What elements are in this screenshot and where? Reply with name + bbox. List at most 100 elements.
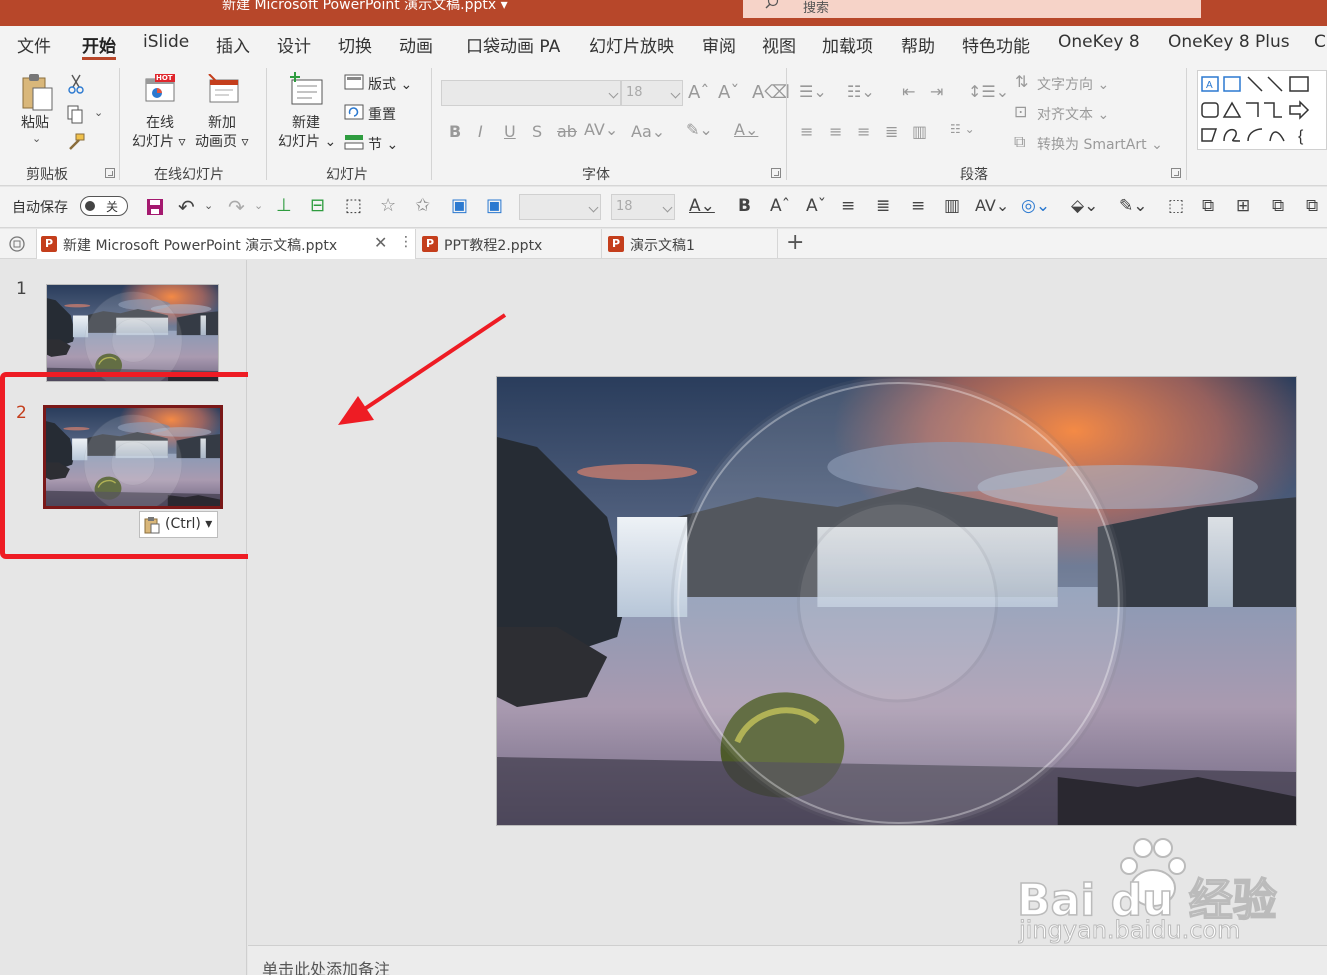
search-box[interactable]: 搜索	[743, 0, 1201, 18]
tab-help[interactable]: 帮助	[901, 32, 935, 57]
save-icon[interactable]	[146, 198, 164, 216]
slide-thumbnail-1[interactable]	[46, 284, 219, 382]
copy-icon[interactable]	[66, 104, 86, 124]
reset-icon[interactable]	[344, 104, 364, 120]
online-slides-button-line2[interactable]: 幻灯片 ▿	[132, 133, 185, 152]
line-spacing-icon[interactable]: ↕☰⌄	[968, 82, 1009, 101]
window-title[interactable]: 新建 Microsoft PowerPoint 演示文稿.pptx ▾	[222, 0, 508, 14]
paragraph-dialog-launcher[interactable]	[1171, 168, 1181, 178]
smartart-icon[interactable]: ⧉	[1014, 132, 1025, 152]
tab-home[interactable]: 开始	[82, 32, 116, 57]
undo-icon[interactable]: ↶	[178, 195, 195, 219]
align-left-icon[interactable]: ≡	[800, 122, 813, 141]
qat-group-icon[interactable]: ⬚	[1168, 196, 1184, 216]
section-button[interactable]: 节 ⌄	[368, 134, 398, 154]
align-right-icon[interactable]: ≡	[857, 122, 870, 141]
qat-bold-icon[interactable]: B	[738, 196, 751, 216]
present-icon[interactable]: ⊥	[276, 195, 292, 216]
qat-align-objects-icon[interactable]: ⊞	[1236, 196, 1250, 216]
strikethrough-icon[interactable]: ab	[557, 122, 577, 141]
online-slides-button-line1[interactable]: 在线	[146, 114, 174, 133]
shapes-gallery[interactable]: A {	[1197, 70, 1327, 150]
new-slide-button-line2[interactable]: 幻灯片 ⌄	[278, 133, 336, 152]
distributed-icon[interactable]: ▥	[912, 122, 927, 141]
justify-icon[interactable]: ≣	[885, 122, 898, 141]
qat-fill-color-icon[interactable]: ⬙⌄	[1071, 196, 1098, 216]
paste-dropdown-icon[interactable]: ⌄	[32, 132, 41, 145]
layout-icon[interactable]	[344, 74, 364, 90]
close-icon[interactable]: ✕	[374, 233, 387, 252]
tab-onekey8-plus[interactable]: OneKey 8 Plus	[1168, 32, 1290, 52]
doc-tab-1[interactable]: P 新建 Microsoft PowerPoint 演示文稿.pptx ✕ ⋮	[36, 229, 416, 259]
text-direction-icon[interactable]: ⇅	[1015, 72, 1028, 91]
more-options-icon[interactable]: ⋮	[399, 234, 413, 250]
qat-bring-forward-icon[interactable]: ⧉	[1272, 196, 1284, 216]
bold-icon[interactable]: B	[449, 122, 461, 141]
qat-font-color-icon[interactable]: A⌄	[689, 196, 715, 216]
copy-dropdown-icon[interactable]: ⌄	[94, 106, 103, 119]
format-painter-icon[interactable]	[66, 132, 86, 152]
align-text-button[interactable]: 对齐文本 ⌄	[1037, 104, 1109, 124]
font-dialog-launcher[interactable]	[771, 168, 781, 178]
tab-review[interactable]: 审阅	[702, 32, 736, 57]
text-direction-button[interactable]: 文字方向 ⌄	[1037, 74, 1109, 94]
new-slide-button-line1[interactable]: 新建	[292, 114, 320, 133]
increase-font-size-icon[interactable]: Aˆ	[688, 82, 709, 103]
text-shadow-icon[interactable]: S	[532, 122, 542, 141]
tab-list-icon[interactable]	[8, 235, 26, 253]
autosave-toggle[interactable]: 关	[80, 196, 128, 216]
redo-icon[interactable]: ↷	[228, 195, 245, 219]
tab-transitions[interactable]: 切换	[338, 32, 372, 57]
paste-button[interactable]: 粘贴	[21, 114, 49, 133]
tab-islide[interactable]: iSlide	[143, 32, 189, 52]
tab-pocket-animation[interactable]: 口袋动画 PA	[466, 32, 560, 57]
qat-align-center-icon[interactable]: ≡	[841, 196, 855, 216]
clear-formatting-icon[interactable]: A⌫	[752, 82, 790, 103]
qat-send-backward-icon[interactable]: ⧉	[1306, 196, 1318, 216]
tab-design[interactable]: 设计	[277, 32, 311, 57]
tab-addins[interactable]: 加载项	[822, 32, 873, 57]
paste-icon[interactable]	[20, 72, 56, 112]
qat-decrease-font-icon[interactable]: Aˇ	[806, 196, 826, 216]
numbering-icon[interactable]: ☷⌄	[847, 82, 875, 101]
bullets-icon[interactable]: ☰⌄	[799, 82, 827, 101]
new-animation-page-button-line2[interactable]: 动画页 ▿	[195, 133, 248, 152]
select-objects-icon[interactable]: ⬚	[345, 195, 362, 216]
character-spacing-icon[interactable]: AV⌄	[584, 120, 618, 139]
tab-onekey8[interactable]: OneKey 8	[1058, 32, 1140, 52]
convert-smartart-button[interactable]: 转换为 SmartArt ⌄	[1037, 134, 1163, 154]
waterfall-photo[interactable]	[497, 377, 1297, 826]
qat-increase-font-icon[interactable]: Aˆ	[770, 196, 790, 216]
font-size-combo[interactable]: 18	[621, 80, 683, 106]
vertical-text-box-icon[interactable]: ▣	[486, 195, 503, 216]
qat-ungroup-icon[interactable]: ⧉	[1202, 196, 1214, 216]
reset-button[interactable]: 重置	[368, 104, 396, 124]
qat-font-size-combo[interactable]: 18	[611, 194, 675, 220]
doc-tab-2[interactable]: P PPT教程2.pptx	[418, 229, 602, 259]
qat-justify-icon[interactable]: ≣	[876, 196, 890, 216]
align-center-icon[interactable]: ≡	[829, 122, 842, 141]
underline-icon[interactable]: U	[504, 122, 516, 141]
tab-animations[interactable]: 动画	[399, 32, 433, 57]
increase-indent-icon[interactable]: ⇥	[930, 82, 943, 101]
new-tab-icon[interactable]: +	[786, 230, 804, 255]
decrease-font-size-icon[interactable]: Aˇ	[718, 82, 739, 103]
section-icon[interactable]	[344, 134, 364, 150]
align-text-icon[interactable]: ⊡	[1014, 102, 1027, 121]
qat-distributed-icon[interactable]: ▥	[944, 196, 960, 216]
text-box-icon[interactable]: ▣	[451, 195, 468, 216]
columns-icon[interactable]: ☷ ⌄	[950, 122, 975, 136]
cut-icon[interactable]	[68, 74, 84, 94]
redo-dropdown-icon[interactable]: ⌄	[254, 199, 263, 212]
tab-slideshow[interactable]: 幻灯片放映	[589, 32, 674, 57]
doc-tab-3[interactable]: P 演示文稿1	[604, 229, 778, 259]
layout-button[interactable]: 版式 ⌄	[368, 74, 412, 94]
font-color-icon[interactable]: A⌄	[734, 120, 758, 139]
qat-char-spacing-icon[interactable]: AV⌄	[975, 196, 1009, 215]
star-icon[interactable]: ☆	[380, 195, 396, 216]
clipboard-dialog-launcher[interactable]	[105, 168, 115, 178]
tab-insert[interactable]: 插入	[216, 32, 250, 57]
current-slide[interactable]	[496, 376, 1297, 826]
tab-file[interactable]: 文件	[17, 32, 51, 57]
qat-outline-color-icon[interactable]: ✎⌄	[1119, 196, 1148, 216]
